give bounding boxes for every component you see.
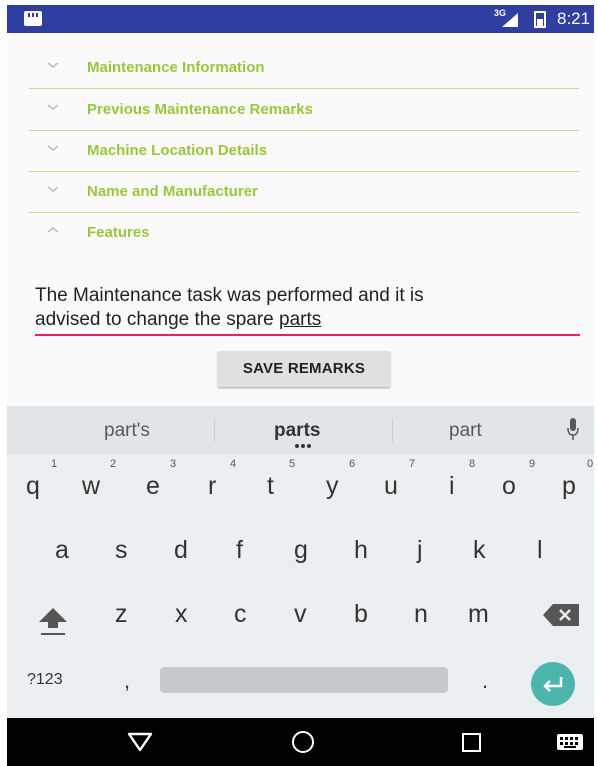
section-name-and-manufacturer[interactable]: Name and Manufacturer (29, 171, 579, 213)
key-hint: 8 (469, 458, 476, 470)
key-z[interactable]: z (115, 600, 128, 629)
remarks-input[interactable]: The Maintenance task was performed and i… (35, 284, 580, 332)
clock: 8:21 (557, 9, 591, 28)
chevron-down-icon (47, 104, 59, 111)
chevron-down-icon (47, 186, 59, 193)
remarks-input-underline (35, 334, 580, 336)
key-i[interactable]: i (449, 472, 455, 501)
key-m[interactable]: m (468, 600, 489, 629)
key-q[interactable]: q (26, 472, 40, 501)
key-o[interactable]: o (502, 472, 516, 501)
save-remarks-button[interactable]: SAVE REMARKS (218, 351, 390, 387)
key-hint: 4 (230, 458, 237, 470)
status-bar: 3G 8:21 (7, 5, 594, 33)
key-g[interactable]: g (294, 536, 308, 565)
more-suggestions-dots (295, 444, 299, 448)
key-hint: 5 (289, 458, 296, 470)
key-h[interactable]: h (354, 536, 368, 565)
enter-icon (543, 677, 563, 692)
section-label: Maintenance Information (87, 59, 265, 76)
section-features[interactable]: Features (29, 212, 579, 253)
key-j[interactable]: j (417, 536, 423, 565)
key-r[interactable]: r (208, 472, 216, 501)
section-previous-maintenance-remarks[interactable]: Previous Maintenance Remarks (29, 89, 579, 131)
enter-key[interactable] (531, 662, 575, 706)
key-hint: 7 (409, 458, 416, 470)
chevron-up-icon (47, 226, 59, 233)
suggestion-divider (214, 418, 215, 442)
key-b[interactable]: b (354, 600, 368, 629)
chevron-down-icon (47, 145, 59, 152)
space-key[interactable] (160, 667, 448, 693)
section-label: Machine Location Details (87, 142, 268, 159)
key-c[interactable]: c (234, 600, 247, 629)
remarks-line-2-text: advised to change the spare (35, 309, 280, 330)
shift-key-icon[interactable] (36, 606, 70, 636)
soft-keyboard: part's parts part 1 q 2 w 3 e 4 r 5 t 6 … (7, 406, 594, 718)
symbols-key[interactable]: ?123 (27, 671, 63, 689)
key-l[interactable]: l (537, 536, 543, 565)
key-hint: 0 (587, 458, 594, 470)
microphone-icon[interactable] (567, 418, 579, 442)
suggestion-divider (392, 418, 393, 442)
key-u[interactable]: u (384, 472, 398, 501)
key-y[interactable]: y (326, 472, 339, 501)
suggestion-2[interactable]: parts (274, 420, 320, 442)
backspace-icon[interactable] (543, 604, 579, 626)
section-machine-location-details[interactable]: Machine Location Details (29, 130, 579, 172)
suggestion-bar: part's parts part (7, 406, 594, 454)
app-content: Maintenance Information Previous Mainten… (7, 33, 594, 406)
recent-apps-icon[interactable] (462, 733, 481, 752)
key-d[interactable]: d (174, 536, 188, 565)
chevron-down-icon (47, 62, 59, 69)
battery-icon (534, 11, 546, 28)
back-icon[interactable] (127, 732, 153, 752)
key-e[interactable]: e (146, 472, 160, 501)
key-hint: 1 (51, 458, 58, 470)
key-k[interactable]: k (473, 536, 486, 565)
section-label: Features (87, 224, 150, 241)
key-p[interactable]: p (562, 472, 576, 501)
section-maintenance-information[interactable]: Maintenance Information (29, 47, 579, 89)
key-hint: 6 (349, 458, 356, 470)
key-hint: 2 (110, 458, 117, 470)
comma-key[interactable]: , (124, 668, 130, 694)
key-t[interactable]: t (267, 472, 274, 501)
period-key[interactable]: . (482, 668, 488, 694)
signal-icon (502, 13, 518, 27)
key-s[interactable]: s (115, 536, 128, 565)
key-n[interactable]: n (414, 600, 428, 629)
keyboard-switch-icon[interactable] (557, 734, 583, 750)
suggestion-3[interactable]: part (449, 420, 482, 442)
key-hint: 9 (529, 458, 536, 470)
home-icon[interactable] (292, 731, 314, 753)
section-label: Name and Manufacturer (87, 183, 258, 200)
remarks-line-1: The Maintenance task was performed and i… (35, 285, 424, 306)
sd-card-icon (24, 11, 42, 26)
key-f[interactable]: f (236, 536, 243, 565)
key-a[interactable]: a (55, 536, 69, 565)
composing-word: parts (279, 309, 322, 330)
section-label: Previous Maintenance Remarks (87, 101, 313, 118)
navigation-bar (7, 718, 594, 766)
key-v[interactable]: v (294, 600, 307, 629)
suggestion-1[interactable]: part's (104, 420, 150, 442)
key-hint: 3 (170, 458, 177, 470)
key-w[interactable]: w (82, 472, 100, 501)
key-x[interactable]: x (175, 600, 188, 629)
remarks-line-2: advised to change the spare parts (35, 308, 580, 332)
